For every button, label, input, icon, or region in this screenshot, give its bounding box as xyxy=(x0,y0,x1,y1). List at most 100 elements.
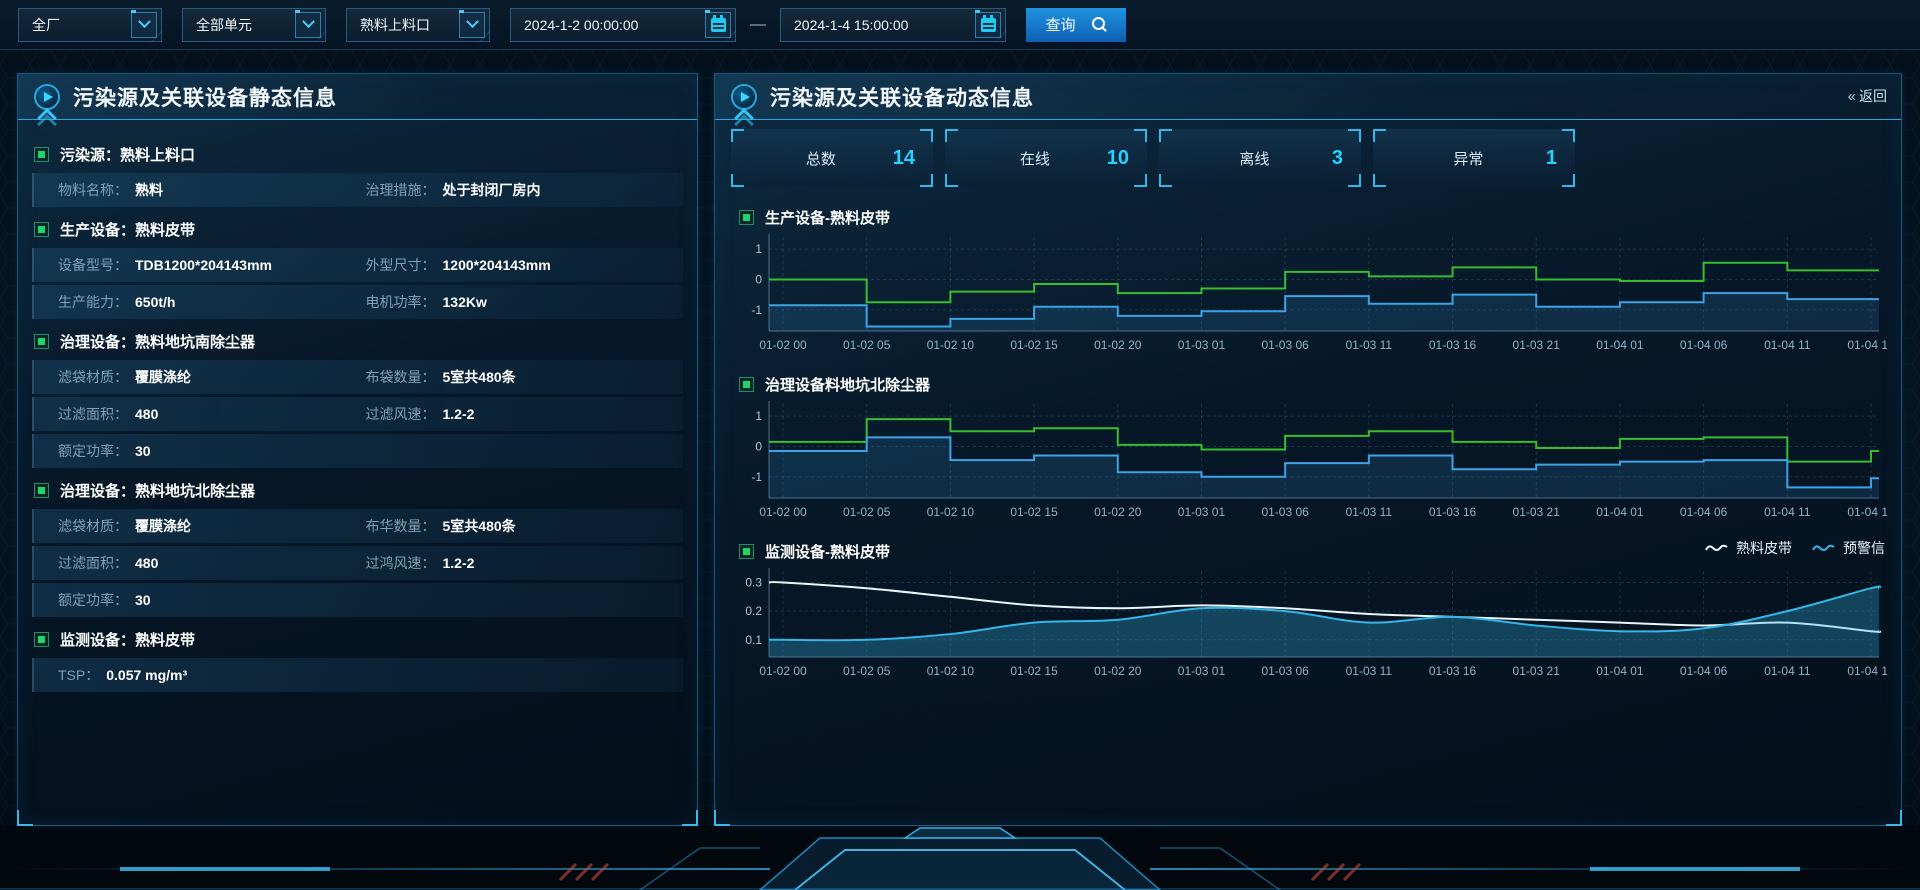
dynamic-info-panel: 污染源及关联设备动态信息 « 返回 总数 14 在线 10 离线 3 异常 1 … xyxy=(714,73,1902,826)
info-value: 30 xyxy=(135,592,151,608)
legend-item[interactable]: 预警信 xyxy=(1812,538,1885,558)
svg-text:0.3: 0.3 xyxy=(745,575,762,589)
info-cell: 布袋数量：5室共480条 xyxy=(366,367,674,387)
stat-value: 1 xyxy=(1546,147,1557,170)
info-value: TDB1200*204143mm xyxy=(135,257,272,273)
calendar-icon[interactable] xyxy=(975,12,1001,38)
info-label: 滤袋材质： xyxy=(58,516,128,536)
svg-text:01-04 06: 01-04 06 xyxy=(1680,338,1728,352)
select-pollution-source-value: 熟料上料口 xyxy=(360,15,430,35)
stat-label: 总数 xyxy=(806,148,836,169)
info-cell: 过滤风速：1.2-2 xyxy=(366,404,674,424)
stat-value: 10 xyxy=(1107,147,1129,170)
section-header: 生产设备：熟料皮带 xyxy=(34,214,683,244)
svg-text:01-03 06: 01-03 06 xyxy=(1261,505,1309,519)
date-from-input[interactable]: 2024-1-2 00:00:00 xyxy=(510,8,736,42)
svg-text:01-03 11: 01-03 11 xyxy=(1346,338,1393,352)
info-label: TSP： xyxy=(58,665,99,685)
device-stats-row: 总数 14 在线 10 离线 3 异常 1 xyxy=(731,129,1575,187)
query-button[interactable]: 查询 xyxy=(1026,8,1126,42)
chart-block-monitoring: 监测设备-熟料皮带 熟料皮带 预警信 01-02 0001-02 0501-02… xyxy=(739,538,1885,683)
info-value: 5室共480条 xyxy=(443,367,516,387)
green-square-icon xyxy=(34,483,49,498)
legend-wave-icon xyxy=(1705,543,1729,553)
stat-box-online: 在线 10 xyxy=(945,129,1147,187)
section-title: 监测设备：熟料皮带 xyxy=(60,629,195,650)
info-cell: 滤袋材质： 覆膜涤纶 xyxy=(58,516,366,536)
info-value: 熟料 xyxy=(135,180,163,200)
section-title: 生产设备：熟料皮带 xyxy=(60,219,195,240)
back-button[interactable]: « 返回 xyxy=(1848,86,1887,106)
header-chevron-decoration xyxy=(40,111,56,127)
info-row: 额定功率： 30 xyxy=(32,583,683,617)
info-cell: 过滤面积：480 xyxy=(58,404,366,424)
info-label: 额定功率： xyxy=(58,590,128,610)
top-filter-bar: 全厂 全部单元 熟料上料口 2024-1-2 00:00:00 — 2024-1… xyxy=(0,0,1920,50)
svg-text:01-04 15: 01-04 15 xyxy=(1847,505,1887,519)
green-square-icon xyxy=(34,147,49,162)
section-header: 治理设备：熟料地坑南除尘器 xyxy=(34,326,683,356)
info-label: 过鸿风速： xyxy=(366,553,436,573)
select-unit[interactable]: 全部单元 xyxy=(182,8,326,42)
svg-text:01-02 10: 01-02 10 xyxy=(927,505,975,519)
svg-text:01-04 06: 01-04 06 xyxy=(1680,664,1728,678)
legend-wave-icon xyxy=(1812,543,1836,553)
calendar-icon[interactable] xyxy=(705,12,731,38)
footer-decoration xyxy=(0,826,1920,890)
query-button-label: 查询 xyxy=(1045,14,1075,35)
svg-text:01-02 00: 01-02 00 xyxy=(759,338,807,352)
svg-text:01-03 11: 01-03 11 xyxy=(1346,505,1393,519)
svg-text:01-02 00: 01-02 00 xyxy=(759,664,807,678)
svg-text:01-02 10: 01-02 10 xyxy=(927,664,975,678)
stat-box-total: 总数 14 xyxy=(731,129,933,187)
info-value: 1200*204143mm xyxy=(443,257,551,273)
info-value: 650t/h xyxy=(135,294,175,310)
back-button-label: 返回 xyxy=(1859,86,1887,106)
svg-text:01-04 01: 01-04 01 xyxy=(1596,664,1644,678)
date-to-value: 2024-1-4 15:00:00 xyxy=(794,17,908,33)
static-info-panel-title: 污染源及关联设备静态信息 xyxy=(73,82,337,112)
svg-text:01-02 20: 01-02 20 xyxy=(1094,664,1142,678)
info-value: 覆膜涤纶 xyxy=(135,516,191,536)
green-square-icon xyxy=(34,334,49,349)
select-pollution-source[interactable]: 熟料上料口 xyxy=(346,8,490,42)
info-row: 物料名称：熟料治理措施：处于封闭厂房内 xyxy=(32,173,683,207)
info-cell: 外型尺寸：1200*204143mm xyxy=(366,255,674,275)
svg-text:01-03 21: 01-03 21 xyxy=(1513,338,1561,352)
info-cell: 生产能力： 650t/h xyxy=(58,292,366,312)
stat-label: 异常 xyxy=(1453,148,1483,169)
info-cell: 额定功率： 30 xyxy=(58,590,366,610)
info-label: 过滤面积： xyxy=(58,553,128,573)
green-square-icon xyxy=(34,222,49,237)
info-cell: TSP：0.057 mg/m³ xyxy=(58,665,366,685)
select-plant[interactable]: 全厂 xyxy=(18,8,162,42)
legend-item[interactable]: 熟料皮带 xyxy=(1705,538,1792,558)
svg-text:01-03 06: 01-03 06 xyxy=(1261,664,1309,678)
svg-text:01-03 21: 01-03 21 xyxy=(1513,505,1561,519)
info-label: 生产能力： xyxy=(58,292,128,312)
info-row: 过滤面积：480过滤风速：1.2-2 xyxy=(32,397,683,431)
info-row: 额定功率：30 xyxy=(32,434,683,468)
stat-box-abnormal: 异常 1 xyxy=(1373,129,1575,187)
svg-text:01-02 20: 01-02 20 xyxy=(1094,505,1142,519)
section-header: 治理设备：熟料地坑北除尘器 xyxy=(34,475,683,505)
svg-text:01-02 15: 01-02 15 xyxy=(1010,338,1058,352)
section-header: 监测设备：熟料皮带 xyxy=(34,624,683,654)
info-label: 额定功率： xyxy=(58,441,128,461)
svg-text:01-04 01: 01-04 01 xyxy=(1596,338,1644,352)
stat-label: 离线 xyxy=(1239,148,1269,169)
chart-title-row: 治理设备料地坑北除尘器 xyxy=(739,371,1885,397)
section-header: 污染源：熟料上料口 xyxy=(34,139,683,169)
date-to-input[interactable]: 2024-1-4 15:00:00 xyxy=(780,8,1006,42)
green-square-icon xyxy=(739,544,754,559)
info-label: 电机功率： xyxy=(366,292,436,312)
svg-text:01-03 21: 01-03 21 xyxy=(1513,664,1561,678)
info-cell: 设备型号：TDB1200*204143mm xyxy=(58,255,366,275)
info-row: 生产能力：650t/h电机功率：132Kw xyxy=(32,285,683,319)
chevron-down-icon xyxy=(295,12,321,38)
info-value: 480 xyxy=(135,555,158,571)
search-icon xyxy=(1092,17,1107,32)
select-unit-value: 全部单元 xyxy=(196,15,252,35)
info-row: 设备型号：TDB1200*204143mm外型尺寸：1200*204143mm xyxy=(32,248,683,282)
svg-text:-1: -1 xyxy=(751,470,762,484)
